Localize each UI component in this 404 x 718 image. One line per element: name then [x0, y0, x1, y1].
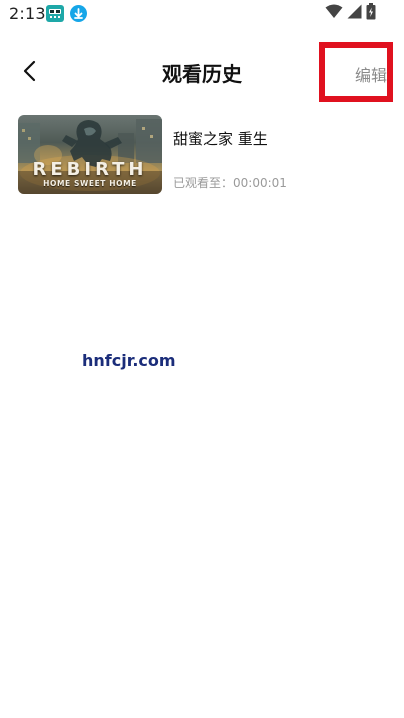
video-thumbnail: REBIRTH HOME SWEET HOME	[18, 115, 162, 194]
status-indicators	[325, 2, 376, 24]
video-title: 甜蜜之家 重生	[173, 130, 268, 148]
status-bar: 2:13	[0, 0, 404, 28]
edit-label: 编辑	[354, 66, 387, 85]
history-list-item[interactable]: REBIRTH HOME SWEET HOME 甜蜜之家 重生 已观看至：00:…	[18, 115, 388, 195]
thumbnail-subtitle: HOME SWEET HOME	[43, 179, 137, 188]
app-notification-icon	[46, 5, 64, 22]
status-time: 2:13	[9, 4, 46, 23]
edit-button[interactable]: 编辑	[319, 42, 393, 102]
watch-progress: 已观看至：00:00:01	[173, 176, 287, 190]
signal-icon	[347, 4, 362, 23]
watermark: hnfcjr.com	[82, 351, 176, 370]
download-icon	[70, 5, 87, 22]
battery-charging-icon	[366, 2, 376, 24]
wifi-icon	[325, 4, 343, 23]
header: 观看历史 编辑	[0, 42, 404, 104]
thumbnail-title: REBIRTH	[32, 159, 148, 180]
